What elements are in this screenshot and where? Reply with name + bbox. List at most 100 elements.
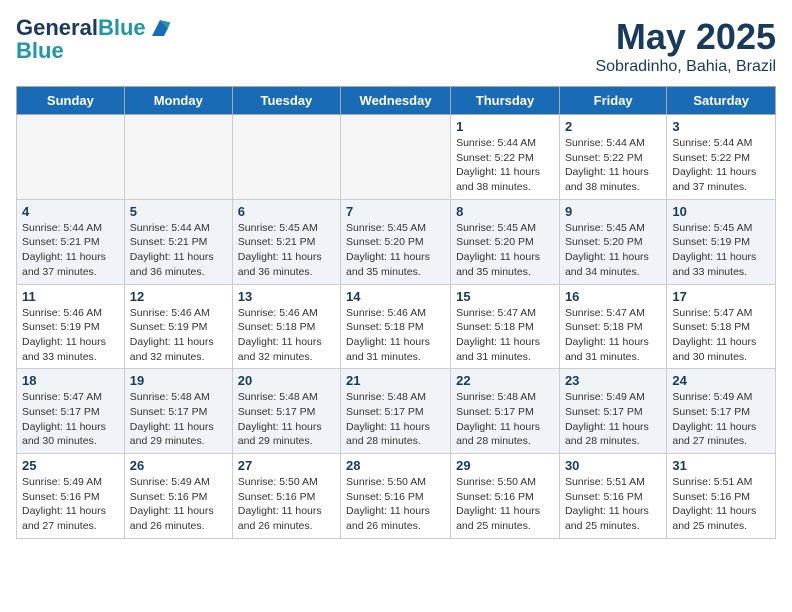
calendar-cell: 18Sunrise: 5:47 AM Sunset: 5:17 PM Dayli…: [17, 369, 125, 454]
day-info: Sunrise: 5:50 AM Sunset: 5:16 PM Dayligh…: [456, 475, 554, 534]
calendar-cell: 8 Sunrise: 5:45 AM Sunset: 5:20 PM Daylig…: [451, 199, 560, 284]
day-number: 17: [672, 289, 770, 304]
calendar-cell: 9Sunrise: 5:45 AM Sunset: 5:20 PM Daylig…: [559, 199, 666, 284]
day-info: Sunrise: 5:44 AM Sunset: 5:21 PM Dayligh…: [22, 221, 119, 280]
day-info: Sunrise: 5:46 AM Sunset: 5:19 PM Dayligh…: [22, 306, 119, 365]
day-number: 4: [22, 204, 119, 219]
calendar-cell: 27Sunrise: 5:50 AM Sunset: 5:16 PM Dayli…: [232, 454, 340, 539]
calendar-cell: 10 Sunrise: 5:45 AM Sunset: 5:19 PM Dayli…: [667, 199, 776, 284]
calendar-cell: 12 Sunrise: 5:46 AM Sunset: 5:19 PM Dayli…: [124, 284, 232, 369]
calendar-cell: 24Sunrise: 5:49 AM Sunset: 5:17 PM Dayli…: [667, 369, 776, 454]
day-number: 24: [672, 373, 770, 388]
weekday-header-friday: Friday: [559, 87, 666, 115]
calendar-cell: 21 Sunrise: 5:48 AM Sunset: 5:17 PM Dayli…: [341, 369, 451, 454]
calendar-cell: 2Sunrise: 5:44 AM Sunset: 5:22 PM Daylig…: [559, 115, 666, 200]
day-number: 19: [130, 373, 227, 388]
calendar-cell: 6 Sunrise: 5:45 AM Sunset: 5:21 PM Daylig…: [232, 199, 340, 284]
day-number: 12: [130, 289, 227, 304]
day-info: Sunrise: 5:48 AM Sunset: 5:17 PM Dayligh…: [456, 390, 554, 449]
day-number: 29: [456, 458, 554, 473]
day-info: Sunrise: 5:49 AM Sunset: 5:16 PM Dayligh…: [130, 475, 227, 534]
weekday-header-row: SundayMondayTuesdayWednesdayThursdayFrid…: [17, 87, 776, 115]
calendar-week-row: 4 Sunrise: 5:44 AM Sunset: 5:21 PM Daylig…: [17, 199, 776, 284]
calendar-cell: 29 Sunrise: 5:50 AM Sunset: 5:16 PM Dayli…: [451, 454, 560, 539]
day-number: 25: [22, 458, 119, 473]
day-info: Sunrise: 5:45 AM Sunset: 5:21 PM Dayligh…: [238, 221, 335, 280]
title-block: May 2025 Sobradinho, Bahia, Brazil: [595, 16, 776, 76]
weekday-header-sunday: Sunday: [17, 87, 125, 115]
day-info: Sunrise: 5:47 AM Sunset: 5:18 PM Dayligh…: [565, 306, 661, 365]
calendar-week-row: 1 Sunrise: 5:44 AM Sunset: 5:22 PM Daylig…: [17, 115, 776, 200]
day-number: 10: [672, 204, 770, 219]
calendar-week-row: 25 Sunrise: 5:49 AM Sunset: 5:16 PM Dayli…: [17, 454, 776, 539]
logo-blue: Blue: [16, 40, 172, 62]
logo-text: GeneralBlue: [16, 16, 146, 40]
day-info: Sunrise: 5:46 AM Sunset: 5:19 PM Dayligh…: [130, 306, 227, 365]
calendar-cell: 1 Sunrise: 5:44 AM Sunset: 5:22 PM Daylig…: [451, 115, 560, 200]
logo-icon: [148, 16, 172, 40]
day-number: 30: [565, 458, 661, 473]
calendar-cell: 13 Sunrise: 5:46 AM Sunset: 5:18 PM Dayli…: [232, 284, 340, 369]
day-info: Sunrise: 5:44 AM Sunset: 5:22 PM Dayligh…: [565, 136, 661, 195]
day-number: 5: [130, 204, 227, 219]
day-info: Sunrise: 5:47 AM Sunset: 5:17 PM Dayligh…: [22, 390, 119, 449]
calendar-cell: 11 Sunrise: 5:46 AM Sunset: 5:19 PM Dayli…: [17, 284, 125, 369]
calendar-cell: 4 Sunrise: 5:44 AM Sunset: 5:21 PM Daylig…: [17, 199, 125, 284]
day-info: Sunrise: 5:44 AM Sunset: 5:21 PM Dayligh…: [130, 221, 227, 280]
calendar-cell: 16 Sunrise: 5:47 AM Sunset: 5:18 PM Dayli…: [559, 284, 666, 369]
calendar-cell: 20 Sunrise: 5:48 AM Sunset: 5:17 PM Dayli…: [232, 369, 340, 454]
day-number: 15: [456, 289, 554, 304]
calendar-cell: 30 Sunrise: 5:51 AM Sunset: 5:16 PM Dayli…: [559, 454, 666, 539]
calendar-cell: 5 Sunrise: 5:44 AM Sunset: 5:21 PM Daylig…: [124, 199, 232, 284]
calendar-cell: 23 Sunrise: 5:49 AM Sunset: 5:17 PM Dayli…: [559, 369, 666, 454]
day-info: Sunrise: 5:47 AM Sunset: 5:18 PM Dayligh…: [672, 306, 770, 365]
calendar-cell: [341, 115, 451, 200]
weekday-header-saturday: Saturday: [667, 87, 776, 115]
calendar-cell: 26 Sunrise: 5:49 AM Sunset: 5:16 PM Dayli…: [124, 454, 232, 539]
day-number: 6: [238, 204, 335, 219]
day-info: Sunrise: 5:45 AM Sunset: 5:20 PM Dayligh…: [456, 221, 554, 280]
day-number: 20: [238, 373, 335, 388]
day-info: Sunrise: 5:46 AM Sunset: 5:18 PM Dayligh…: [238, 306, 335, 365]
day-number: 7: [346, 204, 445, 219]
day-number: 26: [130, 458, 227, 473]
day-info: Sunrise: 5:45 AM Sunset: 5:19 PM Dayligh…: [672, 221, 770, 280]
day-number: 11: [22, 289, 119, 304]
weekday-header-monday: Monday: [124, 87, 232, 115]
calendar-cell: 25Sunrise: 5:49 AM Sunset: 5:16 PM Dayli…: [17, 454, 125, 539]
calendar-cell: 22Sunrise: 5:48 AM Sunset: 5:17 PM Dayli…: [451, 369, 560, 454]
day-number: 14: [346, 289, 445, 304]
day-number: 3: [672, 119, 770, 134]
day-info: Sunrise: 5:51 AM Sunset: 5:16 PM Dayligh…: [672, 475, 770, 534]
day-number: 13: [238, 289, 335, 304]
day-info: Sunrise: 5:45 AM Sunset: 5:20 PM Dayligh…: [346, 221, 445, 280]
calendar-cell: [124, 115, 232, 200]
day-info: Sunrise: 5:49 AM Sunset: 5:17 PM Dayligh…: [565, 390, 661, 449]
location: Sobradinho, Bahia, Brazil: [595, 58, 776, 76]
day-info: Sunrise: 5:51 AM Sunset: 5:16 PM Dayligh…: [565, 475, 661, 534]
day-number: 27: [238, 458, 335, 473]
calendar-cell: [17, 115, 125, 200]
day-number: 8: [456, 204, 554, 219]
day-info: Sunrise: 5:44 AM Sunset: 5:22 PM Dayligh…: [456, 136, 554, 195]
day-number: 9: [565, 204, 661, 219]
day-number: 1: [456, 119, 554, 134]
calendar-cell: [232, 115, 340, 200]
weekday-header-tuesday: Tuesday: [232, 87, 340, 115]
day-info: Sunrise: 5:48 AM Sunset: 5:17 PM Dayligh…: [238, 390, 335, 449]
calendar-cell: 31 Sunrise: 5:51 AM Sunset: 5:16 PM Dayli…: [667, 454, 776, 539]
day-number: 31: [672, 458, 770, 473]
calendar-cell: 17 Sunrise: 5:47 AM Sunset: 5:18 PM Dayli…: [667, 284, 776, 369]
calendar-cell: 28Sunrise: 5:50 AM Sunset: 5:16 PM Dayli…: [341, 454, 451, 539]
calendar-cell: 7 Sunrise: 5:45 AM Sunset: 5:20 PM Daylig…: [341, 199, 451, 284]
day-info: Sunrise: 5:48 AM Sunset: 5:17 PM Dayligh…: [130, 390, 227, 449]
day-info: Sunrise: 5:48 AM Sunset: 5:17 PM Dayligh…: [346, 390, 445, 449]
day-number: 21: [346, 373, 445, 388]
month-title: May 2025: [595, 16, 776, 58]
day-info: Sunrise: 5:50 AM Sunset: 5:16 PM Dayligh…: [346, 475, 445, 534]
day-number: 23: [565, 373, 661, 388]
day-number: 16: [565, 289, 661, 304]
calendar-cell: 15Sunrise: 5:47 AM Sunset: 5:18 PM Dayli…: [451, 284, 560, 369]
weekday-header-wednesday: Wednesday: [341, 87, 451, 115]
page-header: GeneralBlue Blue May 2025 Sobradinho, Ba…: [16, 16, 776, 76]
